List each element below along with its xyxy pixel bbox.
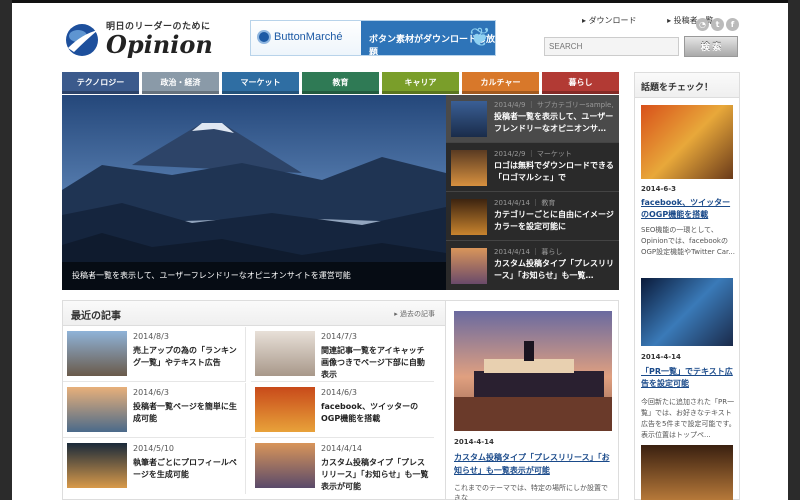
sidebar-title: 話題をチェック！ [635,73,739,98]
sidebar-article-title[interactable]: facebook、ツイッターのOGP機能を搭載 [641,197,736,221]
sidebar-excerpt: 今回新たに追加された「PR一覧」では、お好きなテキスト広告を5件まで設定可能です… [641,398,736,439]
list-item[interactable]: 2014/6/3 facebook、ツイッターのOGP機能を搭載 [251,383,434,438]
article-date: 2014/5/10 [133,444,175,453]
tab-career[interactable]: キャリア [382,72,459,94]
article-date: 2014/6/3 [321,388,357,397]
page-frame: 明日のリーダーのために Opinion ButtonMarché ボタン素材がダ… [12,0,788,500]
article-title: カスタム投稿タイプ「プレスリリース」「お知らせ」も一覧表示が可能 [321,458,429,491]
article-date: 2014/6/3 [133,388,169,397]
category-nav: テクノロジー 政治・経済 マーケット 教育 キャリア カルチャー 暮らし [62,72,622,94]
hero-item-title: 投稿者一覧を表示して、ユーザーフレンドリーなオピニオンサ… [494,112,614,133]
sidebar-thumb[interactable] [641,278,733,346]
tab-living[interactable]: 暮らし [542,72,619,94]
recent-articles: 最近の記事 ▸ 過去の記事 2014/8/3 売上アップの為の「ランキング一覧」… [62,300,446,500]
hero-list-item[interactable]: 2014/4/14 ｜ 教育 カテゴリーごとに自由にイメージカラーを設定可能に [446,193,619,241]
sidebar-article-title[interactable]: 「PR一覧」でテキスト広告を設定可能 [641,366,736,390]
hero-caption[interactable]: 投稿者一覧を表示して、ユーザーフレンドリーなオピニオンサイトを運営可能 [62,262,446,290]
featured-date: 2014-4-14 [454,438,494,446]
article-title: 売上アップの為の「ランキング一覧」やテキスト広告 [133,346,237,367]
featured-image-ship [454,311,612,431]
search-button[interactable]: 検 索 [684,36,738,57]
banner-brand: ButtonMarché [257,30,342,44]
recent-header: 最近の記事 ▸ 過去の記事 [63,301,445,326]
list-item[interactable]: 2014/7/3 関連記事一覧をアイキャッチ画像つきでページ下部に自動表示 [251,327,434,382]
hero-thumb-street [451,150,487,186]
sidebar-trending: 話題をチェック！ 2014-6-3 facebook、ツイッターのOGP機能を搭… [634,72,740,500]
tab-market[interactable]: マーケット [222,72,299,94]
past-articles-link[interactable]: ▸ 過去の記事 [394,309,435,319]
social-icons: ◔ t f [694,12,739,31]
hero-item-meta: 2014/4/9 ｜ サブカテゴリーsample, 政治・経済 [494,101,614,109]
logo-icon[interactable] [64,22,100,58]
sidebar-date: 2014-4-14 [641,353,681,361]
sidebar-thumb[interactable] [641,445,733,500]
tab-culture[interactable]: カルチャー [462,72,539,94]
article-date: 2014/4/14 [321,444,363,453]
sidebar-thumb[interactable] [641,105,733,179]
article-title: 投稿者一覧ページを簡単に生成可能 [133,402,237,423]
facebook-icon[interactable]: f [726,18,739,31]
article-date: 2014/8/3 [133,332,169,341]
hero-item-title: カスタム投稿タイプ「プレスリリース」「お知らせ」も一覧… [494,259,614,280]
twitter-icon[interactable]: t [711,18,724,31]
article-thumb [67,443,127,488]
list-item[interactable]: 2014/8/3 売上アップの為の「ランキング一覧」やテキスト広告 [63,327,246,382]
article-title: 執筆者ごとにプロフィールページを生成可能 [133,458,237,479]
hero-item-title: ロゴは無料でダウンロードできる「ロゴマルシェ」で [494,161,614,182]
ad-banner[interactable]: ButtonMarché ボタン素材がダウンロードし放題 ❦ [250,20,496,56]
hero-list-item[interactable]: 2014/4/14 ｜ 暮らし カスタム投稿タイプ「プレスリリース」「お知らせ」… [446,242,619,290]
banner-brand-name: ButtonMarché [274,30,343,43]
hero-image[interactable] [62,95,446,290]
download-link-label: ダウンロード [588,16,637,25]
article-thumb [67,387,127,432]
button-marche-logo-icon [257,30,271,44]
article-title: 関連記事一覧をアイキャッチ画像つきでページ下部に自動表示 [321,346,425,379]
list-item[interactable]: 2014/5/10 執筆者ごとにプロフィールページを生成可能 [63,439,246,494]
sidebar-excerpt: SEO機能の一環として、Opinionでは、facebookのOGP設定機能やT… [641,226,735,256]
tab-politics-economy[interactable]: 政治・経済 [142,72,219,94]
article-thumb [255,387,315,432]
tab-technology[interactable]: テクノロジー [62,72,139,94]
list-item[interactable]: 2014/4/14 カスタム投稿タイプ「プレスリリース」「お知らせ」も一覧表示が… [251,439,434,494]
download-link[interactable]: ▸ ダウンロード [582,16,651,25]
hero-list-item[interactable]: 2014/2/9 ｜ マーケット ロゴは無料でダウンロードできる「ロゴマルシェ」… [446,144,619,192]
hero-item-meta: 2014/4/14 ｜ 教育 [494,199,556,207]
hero-thumb-ship [451,248,487,284]
article-thumb [255,443,315,488]
hero-item-title: カテゴリーごとに自由にイメージカラーを設定可能に [494,210,614,231]
hero-thumb-mountain [451,101,487,137]
site-logo-text[interactable]: Opinion [106,30,213,59]
butterfly-icon: ❦ [469,23,491,53]
tab-education[interactable]: 教育 [302,72,379,94]
hero-list-item[interactable]: 2014/4/9 ｜ サブカテゴリーsample, 政治・経済 投稿者一覧を表示… [446,95,619,143]
recent-title: 最近の記事 [71,311,121,322]
top-border [12,0,788,3]
hero-slider-list: 2014/4/9 ｜ サブカテゴリーsample, 政治・経済 投稿者一覧を表示… [446,95,619,290]
article-thumb [255,331,315,376]
hero-item-meta: 2014/2/9 ｜ マーケット [494,150,572,158]
hero-item-meta: 2014/4/14 ｜ 暮らし [494,248,563,256]
sidebar-date: 2014-6-3 [641,185,677,193]
featured-title[interactable]: カスタム投稿タイプ「プレスリリース」「お知らせ」も一覧表示が可能 [454,451,614,477]
past-articles-label: 過去の記事 [400,310,435,318]
list-item[interactable]: 2014/6/3 投稿者一覧ページを簡単に生成可能 [63,383,246,438]
article-date: 2014/7/3 [321,332,357,341]
featured-article[interactable]: 2014-4-14 カスタム投稿タイプ「プレスリリース」「お知らせ」も一覧表示が… [445,300,619,500]
search-input[interactable] [544,37,679,56]
rss-icon[interactable]: ◔ [696,18,709,31]
article-thumb [67,331,127,376]
hero-thumb-shop [451,199,487,235]
article-title: facebook、ツイッターのOGP機能を搭載 [321,402,419,423]
featured-excerpt: これまでのテーマでは、特定の場所にしか設置できな [454,484,608,500]
